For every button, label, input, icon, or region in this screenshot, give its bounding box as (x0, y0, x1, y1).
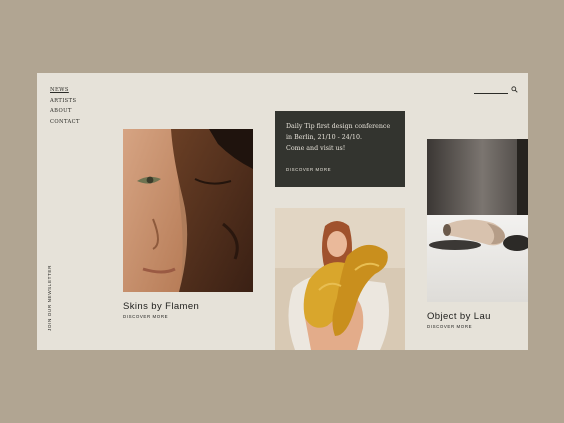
promo-discover-link[interactable]: DISCOVER MORE (286, 167, 331, 172)
page-panel: NEWS ARTISTS ABOUT CONTACT JOIN OUR NEWS… (37, 73, 528, 350)
woman-yellow-photo (275, 208, 405, 350)
nav-about[interactable]: ABOUT (50, 108, 80, 114)
yellow-image[interactable] (275, 208, 405, 350)
nav-artists[interactable]: ARTISTS (50, 98, 80, 104)
promo-text: Daily Tip first design conference in Ber… (286, 123, 391, 152)
lau-title[interactable]: Object by Lau (427, 311, 491, 322)
nav-news[interactable]: NEWS (50, 87, 80, 93)
nav-contact[interactable]: CONTACT (50, 119, 80, 125)
skins-discover-link[interactable]: DISCOVER MORE (123, 314, 168, 319)
lau-image[interactable] (427, 139, 528, 302)
skins-image[interactable] (123, 129, 253, 292)
search-icon[interactable] (511, 86, 518, 93)
faces-photo (123, 129, 253, 292)
vase-photo (427, 139, 528, 302)
main-nav: NEWS ARTISTS ABOUT CONTACT (50, 87, 80, 129)
promo-box: Daily Tip first design conference in Ber… (275, 111, 405, 187)
skins-title[interactable]: Skins by Flamen (123, 301, 199, 312)
newsletter-link[interactable]: JOIN OUR NEWSLETTER (47, 265, 52, 331)
search-box (474, 85, 518, 95)
search-input[interactable] (474, 85, 508, 94)
lau-discover-link[interactable]: DISCOVER MORE (427, 324, 472, 329)
